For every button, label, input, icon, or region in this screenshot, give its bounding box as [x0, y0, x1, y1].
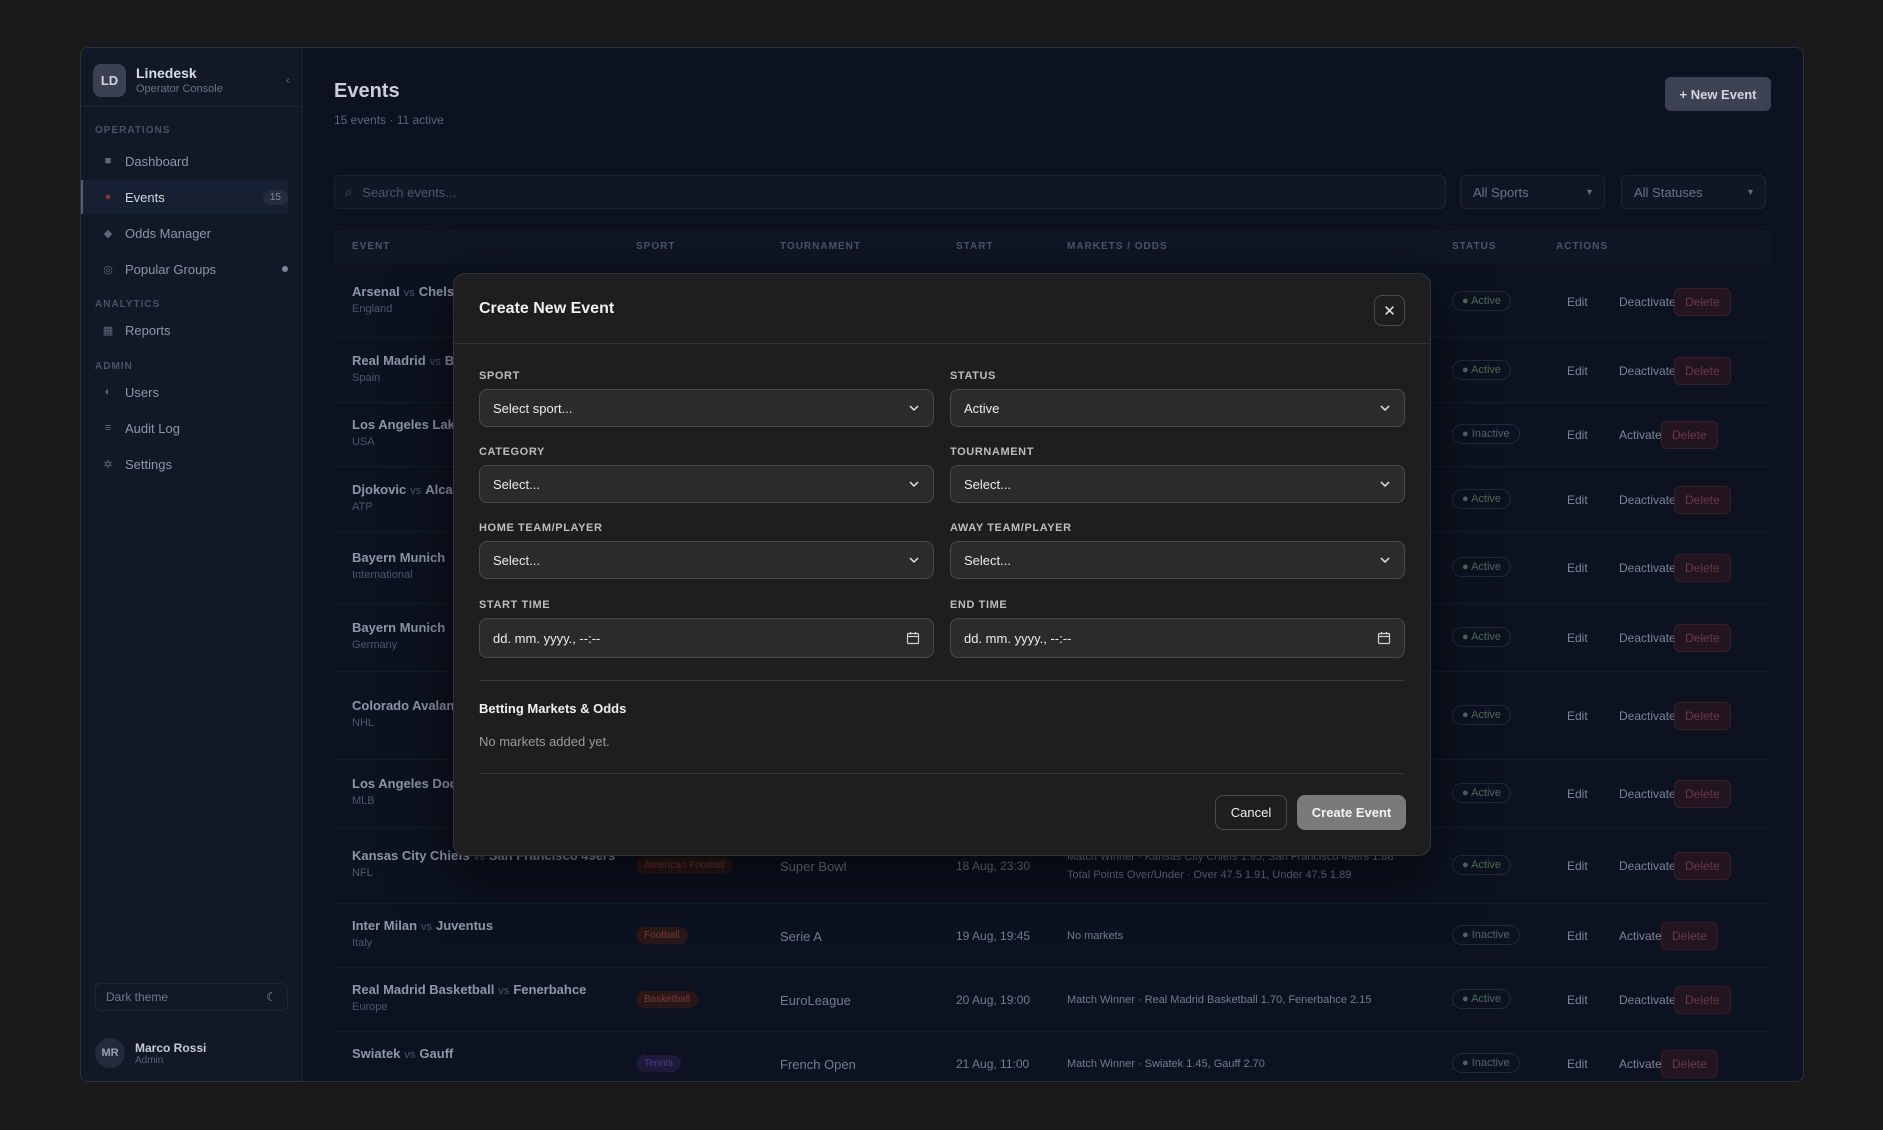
- end-time-input[interactable]: dd. mm. yyyy., --:--: [950, 618, 1405, 658]
- home-team-select-value: Select...: [493, 552, 540, 568]
- tournament-select-value: Select...: [964, 476, 1011, 492]
- home-team-select[interactable]: Select...: [479, 541, 934, 579]
- tournament-label: TOURNAMENT: [950, 446, 1035, 458]
- calendar-icon[interactable]: [1377, 631, 1391, 645]
- create-event-dialog: Create New Event ✕ SPORT Select sport...…: [453, 273, 1431, 856]
- status-select[interactable]: Active: [950, 389, 1405, 427]
- chevron-down-icon: [909, 481, 919, 488]
- start-time-label: START TIME: [479, 599, 551, 611]
- away-team-select-value: Select...: [964, 552, 1011, 568]
- start-time-value: dd. mm. yyyy., --:--: [493, 630, 601, 646]
- end-time-value: dd. mm. yyyy., --:--: [964, 630, 1072, 646]
- category-label: CATEGORY: [479, 446, 545, 458]
- away-team-label: AWAY TEAM/PLAYER: [950, 522, 1072, 534]
- tournament-select[interactable]: Select...: [950, 465, 1405, 503]
- sport-label: SPORT: [479, 370, 520, 382]
- dialog-title: Create New Event: [479, 300, 615, 317]
- calendar-icon[interactable]: [906, 631, 920, 645]
- close-button[interactable]: ✕: [1374, 295, 1405, 326]
- category-select-value: Select...: [493, 476, 540, 492]
- footer-divider: [479, 773, 1405, 774]
- chevron-down-icon: [1380, 481, 1390, 488]
- home-team-label: HOME TEAM/PLAYER: [479, 522, 603, 534]
- dialog-header-divider: [454, 343, 1430, 344]
- status-label: STATUS: [950, 370, 996, 382]
- chevron-down-icon: [1380, 405, 1390, 412]
- markets-empty-message: No markets added yet.: [479, 734, 610, 749]
- close-icon: ✕: [1383, 302, 1396, 320]
- markets-section-title: Betting Markets & Odds: [479, 701, 627, 716]
- chevron-down-icon: [909, 405, 919, 412]
- chevron-down-icon: [1380, 557, 1390, 564]
- sport-select-value: Select sport...: [493, 400, 573, 416]
- away-team-select[interactable]: Select...: [950, 541, 1405, 579]
- section-divider: [479, 680, 1405, 681]
- cancel-button[interactable]: Cancel: [1215, 795, 1287, 830]
- category-select[interactable]: Select...: [479, 465, 934, 503]
- start-time-input[interactable]: dd. mm. yyyy., --:--: [479, 618, 934, 658]
- status-select-value: Active: [964, 400, 1000, 416]
- chevron-down-icon: [909, 557, 919, 564]
- create-event-button[interactable]: Create Event: [1297, 795, 1406, 830]
- end-time-label: END TIME: [950, 599, 1008, 611]
- sport-select[interactable]: Select sport...: [479, 389, 934, 427]
